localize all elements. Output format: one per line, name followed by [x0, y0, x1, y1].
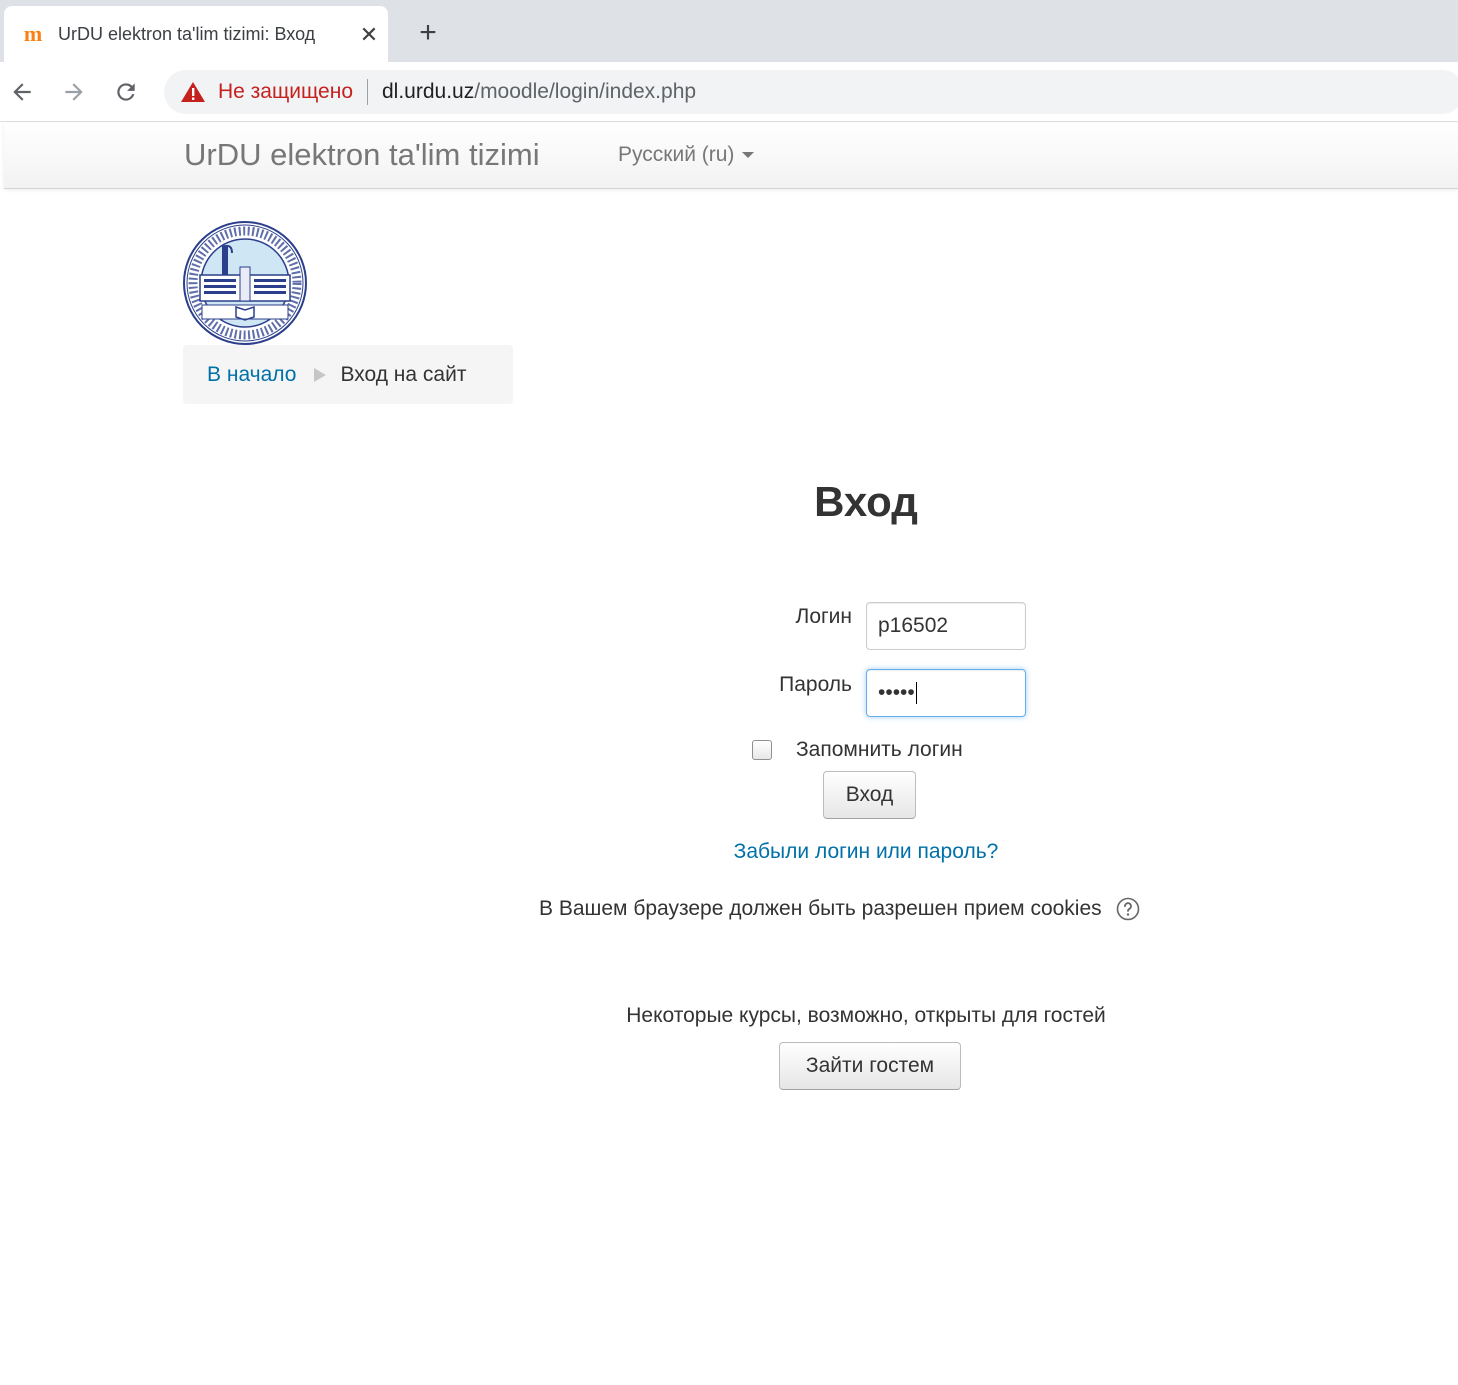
url-host: dl.urdu.uz	[382, 80, 475, 103]
remember-username-checkbox[interactable]	[752, 740, 772, 760]
university-seal-logo	[183, 221, 307, 345]
help-icon[interactable]	[1116, 897, 1140, 921]
plus-icon[interactable]: +	[412, 17, 444, 49]
tab-title: UrDU elektron ta'lim tizimi: Вход	[58, 23, 316, 44]
text-cursor	[915, 682, 917, 705]
url-text[interactable]: dl.urdu.uz/moodle/login/index.php	[382, 80, 696, 104]
language-menu[interactable]: Русский (ru)	[618, 143, 755, 167]
login-button[interactable]: Вход	[823, 771, 916, 819]
address-bar[interactable]: Не защищено dl.urdu.uz/moodle/login/inde…	[164, 70, 1458, 114]
reload-button[interactable]	[110, 76, 142, 108]
reload-icon	[117, 83, 135, 101]
breadcrumb-home-link[interactable]: В начало	[207, 363, 296, 387]
not-secure-label[interactable]: Не защищено	[218, 80, 353, 104]
moodle-favicon-icon: m	[23, 21, 43, 46]
remember-username-label[interactable]: Запомнить логин	[796, 738, 963, 762]
remember-username-row: Запомнить логин	[752, 738, 963, 762]
browser-tabstrip: m UrDU elektron ta'lim tizimi: Вход ✕ +	[0, 0, 1458, 62]
arrow-left-icon	[13, 83, 31, 101]
password-mask: •••••	[878, 681, 915, 704]
site-brand-link[interactable]: UrDU elektron ta'lim tizimi	[184, 137, 540, 173]
language-label: Русский (ru)	[618, 143, 735, 166]
breadcrumb-separator-icon	[314, 367, 327, 382]
page-title: Вход	[814, 478, 918, 525]
close-icon[interactable]: ✕	[356, 22, 382, 48]
breadcrumb-current: Вход на сайт	[340, 362, 467, 386]
password-value: •••••	[878, 681, 917, 705]
breadcrumb: В начало Вход на сайт	[183, 345, 513, 404]
forward-button[interactable]	[58, 76, 90, 108]
username-label: Логин	[795, 605, 852, 628]
site-navbar: UrDU elektron ta'lim tizimi Русский (ru)	[4, 123, 1458, 189]
browser-toolbar: Не защищено dl.urdu.uz/moodle/login/inde…	[0, 62, 1458, 122]
browser-tab[interactable]: m UrDU elektron ta'lim tizimi: Вход ✕	[4, 6, 388, 62]
cookies-notice-text: В Вашем браузере должен быть разрешен пр…	[539, 897, 1102, 920]
guest-login-button[interactable]: Зайти гостем	[779, 1042, 961, 1090]
cookies-notice: В Вашем браузере должен быть разрешен пр…	[539, 897, 1140, 921]
warning-icon[interactable]	[180, 81, 206, 103]
back-button[interactable]	[6, 76, 38, 108]
address-separator	[367, 79, 368, 105]
guest-notice: Некоторые курсы, возможно, открыты для г…	[626, 1004, 1106, 1027]
password-input[interactable]: •••••	[866, 669, 1026, 717]
arrow-right-icon	[65, 83, 83, 101]
username-input[interactable]: p16502	[866, 602, 1026, 650]
username-value: p16502	[878, 614, 949, 637]
forgot-password-link[interactable]: Забыли логин или пароль?	[0, 840, 1458, 864]
url-path: /moodle/login/index.php	[474, 80, 697, 103]
password-label: Пароль	[779, 673, 852, 696]
chevron-down-icon	[742, 152, 755, 158]
